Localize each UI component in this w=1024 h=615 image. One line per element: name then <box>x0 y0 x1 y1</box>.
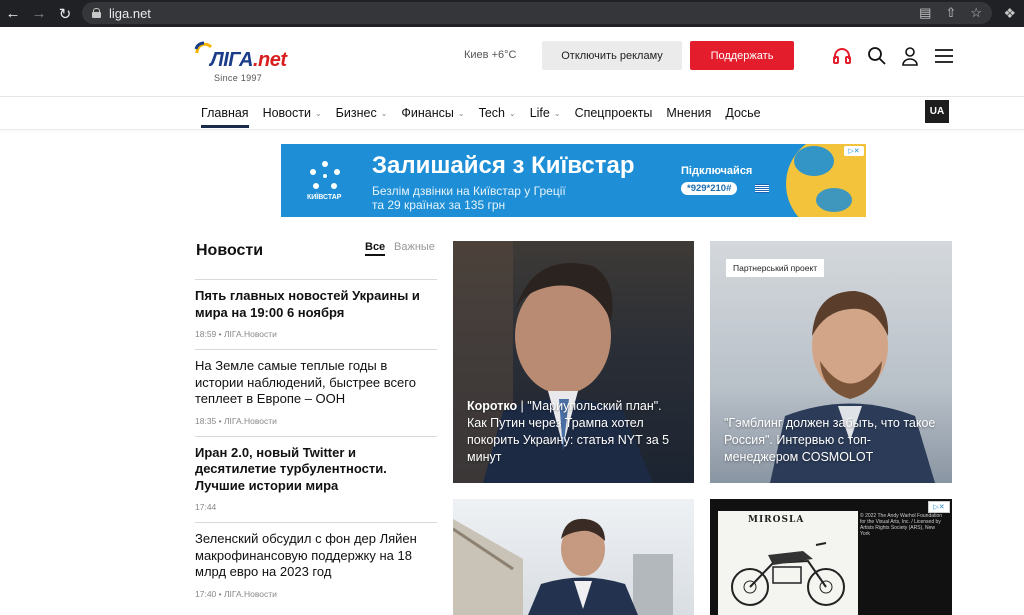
kyivstar-logo: КИЇВСТАР <box>307 160 343 204</box>
news-title[interactable]: Иран 2.0, новый Twitter и десятилетие ту… <box>195 445 437 495</box>
nav-item-finance[interactable]: Финансы ⌄ <box>401 97 464 129</box>
news-title[interactable]: Пять главных новостей Украины и мира на … <box>195 288 437 321</box>
support-button[interactable]: Поддержать <box>690 41 794 70</box>
search-icon[interactable] <box>866 45 888 67</box>
nav-item-news[interactable]: Новости ⌄ <box>263 97 322 129</box>
chevron-down-icon: ⌄ <box>509 108 516 118</box>
news-item[interactable]: Зеленский обсудил с фон дер Ляйен макроф… <box>195 522 437 599</box>
story-prefix: Коротко <box>467 399 518 413</box>
news-item[interactable]: Иран 2.0, новый Twitter и десятилетие ту… <box>195 435 437 512</box>
banner-sub-line2: та 29 країнах за 135 грн <box>372 198 506 212</box>
nav-item-main[interactable]: Главная <box>201 97 249 129</box>
main-nav: Главная Новости ⌄ Бизнес ⌄ Финансы ⌄ Tech ⌄ … <box>0 97 1024 130</box>
feed-title: Новости <box>196 242 264 259</box>
site-header: ЛІГА.net Since 1997 Киев +6°C Отключить … <box>0 27 1024 97</box>
disable-ads-button[interactable]: Отключить рекламу <box>542 41 682 70</box>
share-icon[interactable]: ⇧ <box>945 5 956 21</box>
logo-since: Since 1997 <box>214 73 263 83</box>
feed-tab-all[interactable]: Все <box>365 241 386 256</box>
adchoices-icon[interactable]: ▷✕ <box>928 501 950 513</box>
translate-icon[interactable]: ▤ <box>919 5 931 21</box>
nav-item-tech[interactable]: Tech ⌄ <box>479 97 516 129</box>
browser-toolbar: ← → ↻ liga.net ▤ ⇧ ☆ ❖ <box>0 0 1024 27</box>
chevron-down-icon: ⌄ <box>457 108 465 118</box>
weather-widget[interactable]: Киев +6°C <box>464 49 516 61</box>
news-feed-list: Пять главных новостей Украины и мира на … <box>195 279 437 609</box>
lock-icon <box>92 8 101 18</box>
greece-flag-icon <box>755 184 769 193</box>
chevron-down-icon: ⌄ <box>553 108 561 118</box>
news-meta: 17:40 • ЛІГА.Новости <box>195 588 277 599</box>
motorcycle-drawing <box>731 542 845 606</box>
story-card-main[interactable]: Коротко | "Мариупольский план". Как Пути… <box>453 241 694 483</box>
menu-icon[interactable] <box>933 45 955 67</box>
kyivstar-banner-ad[interactable]: КИЇВСТАР Залишайся з Київстар Безлім дзв… <box>281 144 866 217</box>
liga-logo[interactable]: ЛІГА.net Since 1997 <box>194 39 304 83</box>
story-photo-industrial <box>453 518 673 615</box>
banner-code: *929*210# <box>681 182 738 195</box>
language-switch[interactable]: UA <box>925 100 949 123</box>
news-meta: 18:35 • ЛІГА.Новости <box>195 415 277 426</box>
logo-text: ЛІГА <box>210 49 254 71</box>
logo-suffix: .net <box>253 49 287 71</box>
news-item[interactable]: Пять главных новостей Украины и мира на … <box>195 279 437 339</box>
adchoices-icon[interactable]: ▷✕ <box>844 146 864 156</box>
nav-item-special[interactable]: Спецпроекты <box>575 97 653 129</box>
user-icon[interactable] <box>899 45 921 67</box>
reload-icon[interactable]: ↻ <box>52 0 78 27</box>
news-title[interactable]: Зеленский обсудил с фон дер Ляйен макроф… <box>195 531 437 581</box>
ad-caption: © 2022 The Andy Warhol Foundation for th… <box>860 513 943 537</box>
nav-item-opinions[interactable]: Мнения <box>666 97 711 129</box>
story-card-partner[interactable]: Партнерський проект "Гэмблинг должен заб… <box>710 241 952 483</box>
news-meta: 17:44 <box>195 502 217 512</box>
address-bar[interactable]: liga.net ▤ ⇧ ☆ <box>82 2 992 24</box>
banner-connect: Підключайся <box>681 165 753 177</box>
kyivstar-brand-text: КИЇВСТАР <box>307 194 342 201</box>
ad-card-bottom[interactable]: MIROSLA © 2022 The Andy Warhol Foundatio… <box>710 499 952 615</box>
chevron-down-icon: ⌄ <box>380 108 388 118</box>
ad-artwork-title: MIROSLA <box>748 515 805 525</box>
nav-item-business[interactable]: Бизнес ⌄ <box>336 97 388 129</box>
banner-headline: Залишайся з Київстар <box>372 152 635 179</box>
nav-item-life[interactable]: Life ⌄ <box>530 97 561 129</box>
partner-badge: Партнерський проект <box>726 259 825 277</box>
nav-item-dossier[interactable]: Досье <box>725 97 760 129</box>
banner-sub-line1: Безлім дзвінки на Київстар у Греції <box>372 184 566 198</box>
kyivstar-star-icon <box>310 161 340 189</box>
news-item[interactable]: На Земле самые теплые годы в истории наб… <box>195 349 437 426</box>
ad-artwork: MIROSLA <box>718 511 858 615</box>
headphones-icon[interactable] <box>831 45 853 67</box>
extensions-icon[interactable]: ❖ <box>1003 5 1016 22</box>
story-card-bottom[interactable] <box>453 499 694 615</box>
news-title[interactable]: На Земле самые теплые годы в истории наб… <box>195 358 437 408</box>
chevron-down-icon: ⌄ <box>314 108 322 118</box>
story-title-partner: "Гэмблинг должен забыть, что такое Росси… <box>724 416 936 464</box>
back-icon[interactable]: ← <box>0 0 26 27</box>
news-meta: 18:59 • ЛІГА.Новости <box>195 329 277 339</box>
url-text: liga.net <box>109 5 151 21</box>
feed-tab-important[interactable]: Важные <box>394 241 435 253</box>
bookmark-star-icon[interactable]: ☆ <box>970 5 982 21</box>
forward-icon[interactable]: → <box>26 0 52 27</box>
